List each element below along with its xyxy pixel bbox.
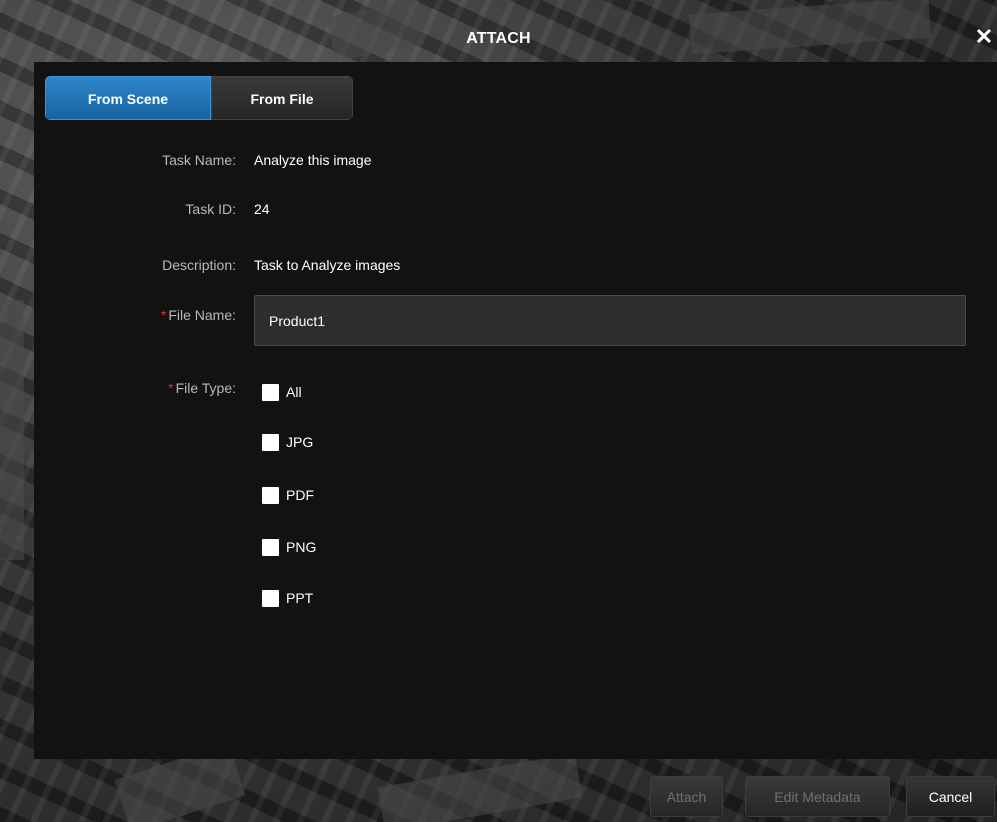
attach-button[interactable]: Attach: [650, 776, 723, 817]
file-type-label: * File Type:: [168, 380, 236, 396]
source-tabs: From Scene From File: [45, 76, 353, 120]
file-type-option-label: All: [286, 384, 302, 400]
file-name-label-text: File Name:: [168, 307, 236, 323]
dialog-title-bar: ATTACH ✕: [0, 0, 997, 62]
file-type-option-all[interactable]: All: [262, 382, 302, 402]
checkbox[interactable]: [262, 486, 279, 504]
required-marker: *: [160, 307, 167, 323]
file-type-option-ppt[interactable]: PPT: [262, 588, 313, 608]
file-type-option-label: PDF: [286, 487, 314, 503]
checkbox[interactable]: [262, 383, 279, 401]
tab-from-file[interactable]: From File: [211, 76, 353, 120]
file-type-option-png[interactable]: PNG: [262, 537, 316, 557]
checkbox[interactable]: [262, 589, 279, 607]
close-icon[interactable]: ✕: [973, 26, 995, 48]
file-type-option-pdf[interactable]: PDF: [262, 485, 314, 505]
checkbox[interactable]: [262, 433, 279, 451]
task-name-value: Analyze this image: [254, 152, 372, 168]
task-id-label: Task ID:: [185, 201, 236, 217]
edit-metadata-button[interactable]: Edit Metadata: [745, 776, 890, 817]
background-building: [377, 752, 583, 822]
file-type-option-label: PNG: [286, 539, 317, 555]
description-label: Description:: [162, 257, 236, 273]
file-name-label: * File Name:: [161, 307, 236, 323]
description-value: Task to Analyze images: [254, 257, 401, 273]
background-road: [0, 300, 24, 560]
file-type-option-label: PPT: [286, 590, 314, 606]
file-type-option-jpg[interactable]: JPG: [262, 432, 313, 452]
task-name-label: Task Name:: [162, 152, 236, 168]
checkbox[interactable]: [262, 538, 279, 556]
cancel-button[interactable]: Cancel: [906, 776, 995, 817]
file-type-option-label: JPG: [286, 434, 314, 450]
file-type-label-text: File Type:: [175, 380, 236, 396]
tab-from-scene[interactable]: From Scene: [45, 76, 211, 120]
required-marker: *: [168, 380, 174, 396]
dialog-title: ATTACH: [466, 30, 531, 47]
file-name-input[interactable]: [254, 295, 966, 346]
task-id-value: 24: [254, 201, 270, 217]
